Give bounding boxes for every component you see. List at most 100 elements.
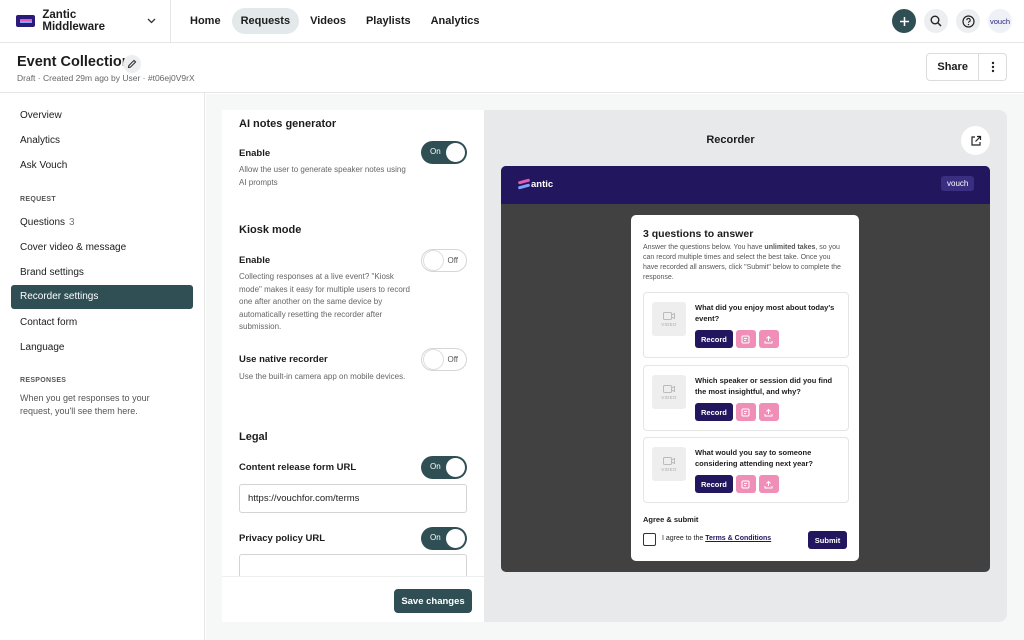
questions-card-desc: Answer the questions below. You have unl… (643, 244, 841, 281)
privacy-url-toggle[interactable]: On (421, 527, 467, 550)
responses-empty-note: When you get responses to your request, … (20, 393, 150, 416)
org-name: Zantic Middleware (42, 9, 106, 33)
legal-title: Legal (239, 431, 268, 443)
save-changes-button[interactable]: Save changes (394, 589, 472, 613)
chevron-down-icon (147, 16, 156, 27)
thumbnail-label: VIDEO (661, 466, 677, 472)
video-thumbnail: VIDEO (652, 447, 686, 481)
question-item: VIDEO What would you say to someone cons… (643, 437, 849, 503)
sidebar: Overview Analytics Ask Vouch REQUEST Que… (0, 93, 205, 640)
record-button[interactable]: Record (695, 330, 733, 348)
toggle-knob (446, 529, 465, 548)
more-vertical-icon (991, 61, 994, 73)
nav-videos[interactable]: Videos (301, 8, 355, 34)
share-button[interactable]: Share (927, 61, 978, 73)
recorder-header: antic vouch (501, 166, 990, 204)
toggle-state: Off (447, 355, 458, 364)
privacy-url-label: Privacy policy URL (239, 533, 326, 544)
questions-count: 3 (69, 217, 75, 228)
toggle-state: On (430, 147, 441, 156)
notes-icon (741, 335, 750, 343)
nav-analytics[interactable]: Analytics (422, 8, 489, 34)
video-thumbnail: VIDEO (652, 302, 686, 336)
upload-button[interactable] (758, 403, 779, 421)
native-recorder-desc: Use the built-in camera app on mobile de… (239, 372, 406, 381)
camera-icon (663, 311, 675, 320)
submit-button[interactable]: Submit (808, 531, 847, 549)
agree-text: I agree to the Terms & Conditions (662, 535, 772, 542)
camera-icon (663, 384, 675, 393)
recorder-frame: antic vouch 3 questions to answer Answer… (501, 166, 990, 572)
notes-button[interactable] (735, 475, 756, 493)
open-preview-button[interactable] (961, 126, 990, 155)
nav-requests[interactable]: Requests (231, 8, 300, 34)
toggle-state: On (430, 533, 441, 542)
page-header: Event Collection Draft · Created 29m ago… (0, 43, 1024, 93)
sidebar-item-language[interactable]: Language (11, 336, 193, 360)
upload-button[interactable] (758, 330, 779, 348)
share-button-group: Share (926, 53, 1007, 81)
notes-icon (741, 408, 750, 416)
thumbnail-label: VIDEO (661, 321, 677, 327)
main-content: AI notes generator Enable Allow the user… (206, 94, 1024, 640)
create-button[interactable] (892, 9, 916, 33)
sidebar-item-recorder-settings[interactable]: Recorder settings (11, 285, 193, 309)
release-url-toggle[interactable]: On (421, 456, 467, 479)
record-button[interactable]: Record (695, 475, 733, 493)
kiosk-title: Kiosk mode (239, 224, 302, 236)
native-recorder-label: Use native recorder (239, 354, 328, 365)
vouch-badge: vouch (941, 176, 975, 191)
question-text: What did you enjoy most about today's ev… (695, 303, 835, 323)
kiosk-enable-desc: Collecting responses at a live event? "K… (239, 272, 410, 331)
question-actions: Record (695, 475, 779, 493)
toggle-state: On (430, 462, 441, 471)
sidebar-item-ask-vouch[interactable]: Ask Vouch (11, 154, 193, 178)
plus-icon (899, 16, 909, 26)
external-link-icon (970, 135, 981, 146)
record-button[interactable]: Record (695, 403, 733, 421)
terms-link[interactable]: Terms & Conditions (705, 535, 771, 542)
ai-notes-title: AI notes generator (239, 118, 337, 130)
nav-playlists[interactable]: Playlists (357, 8, 420, 34)
nav-divider (170, 0, 171, 43)
upload-icon (764, 335, 773, 343)
preview-title: Recorder (706, 134, 755, 146)
edit-title-button[interactable] (123, 55, 141, 73)
notes-button[interactable] (735, 330, 756, 348)
toggle-state: Off (447, 256, 458, 265)
sidebar-item-brand-settings[interactable]: Brand settings (11, 261, 193, 285)
notes-button[interactable] (735, 403, 756, 421)
kiosk-enable-label: Enable (239, 255, 271, 266)
upload-button[interactable] (758, 475, 779, 493)
questions-card-title: 3 questions to answer (643, 228, 754, 240)
sidebar-item-overview[interactable]: Overview (11, 104, 193, 128)
avatar[interactable]: vouch (988, 9, 1012, 33)
question-actions: Record (695, 330, 779, 348)
help-button[interactable] (956, 9, 980, 33)
toggle-knob (424, 251, 443, 270)
sidebar-item-questions[interactable]: Questions 3 (11, 211, 193, 235)
ai-notes-toggle[interactable]: On (421, 141, 467, 164)
recorder-settings-panel: AI notes generator Enable Allow the user… (222, 110, 484, 622)
sidebar-item-cover-video[interactable]: Cover video & message (11, 236, 193, 260)
native-recorder-toggle[interactable]: Off (421, 348, 467, 371)
nav-home[interactable]: Home (181, 8, 230, 34)
save-bar: Save changes (222, 576, 484, 622)
questions-card: 3 questions to answer Answer the questio… (631, 215, 859, 561)
search-button[interactable] (924, 9, 948, 33)
recorder-preview: Recorder antic vouch 3 questions to answ… (484, 110, 1007, 622)
sidebar-item-analytics[interactable]: Analytics (11, 129, 193, 153)
pencil-icon (127, 59, 137, 69)
terms-checkbox[interactable] (643, 533, 656, 546)
top-nav: Zantic Middleware Home Requests Videos P… (0, 0, 1024, 43)
org-switcher[interactable]: Zantic Middleware (16, 9, 156, 33)
upload-icon (764, 480, 773, 488)
more-options-button[interactable] (978, 54, 1006, 80)
page-title: Event Collection (17, 54, 131, 70)
release-url-input[interactable] (239, 484, 467, 513)
notes-icon (741, 480, 750, 488)
agree-title: Agree & submit (643, 515, 699, 524)
question-text: What would you say to someone considerin… (695, 448, 813, 468)
kiosk-toggle[interactable]: Off (421, 249, 467, 272)
sidebar-item-contact-form[interactable]: Contact form (11, 311, 193, 335)
